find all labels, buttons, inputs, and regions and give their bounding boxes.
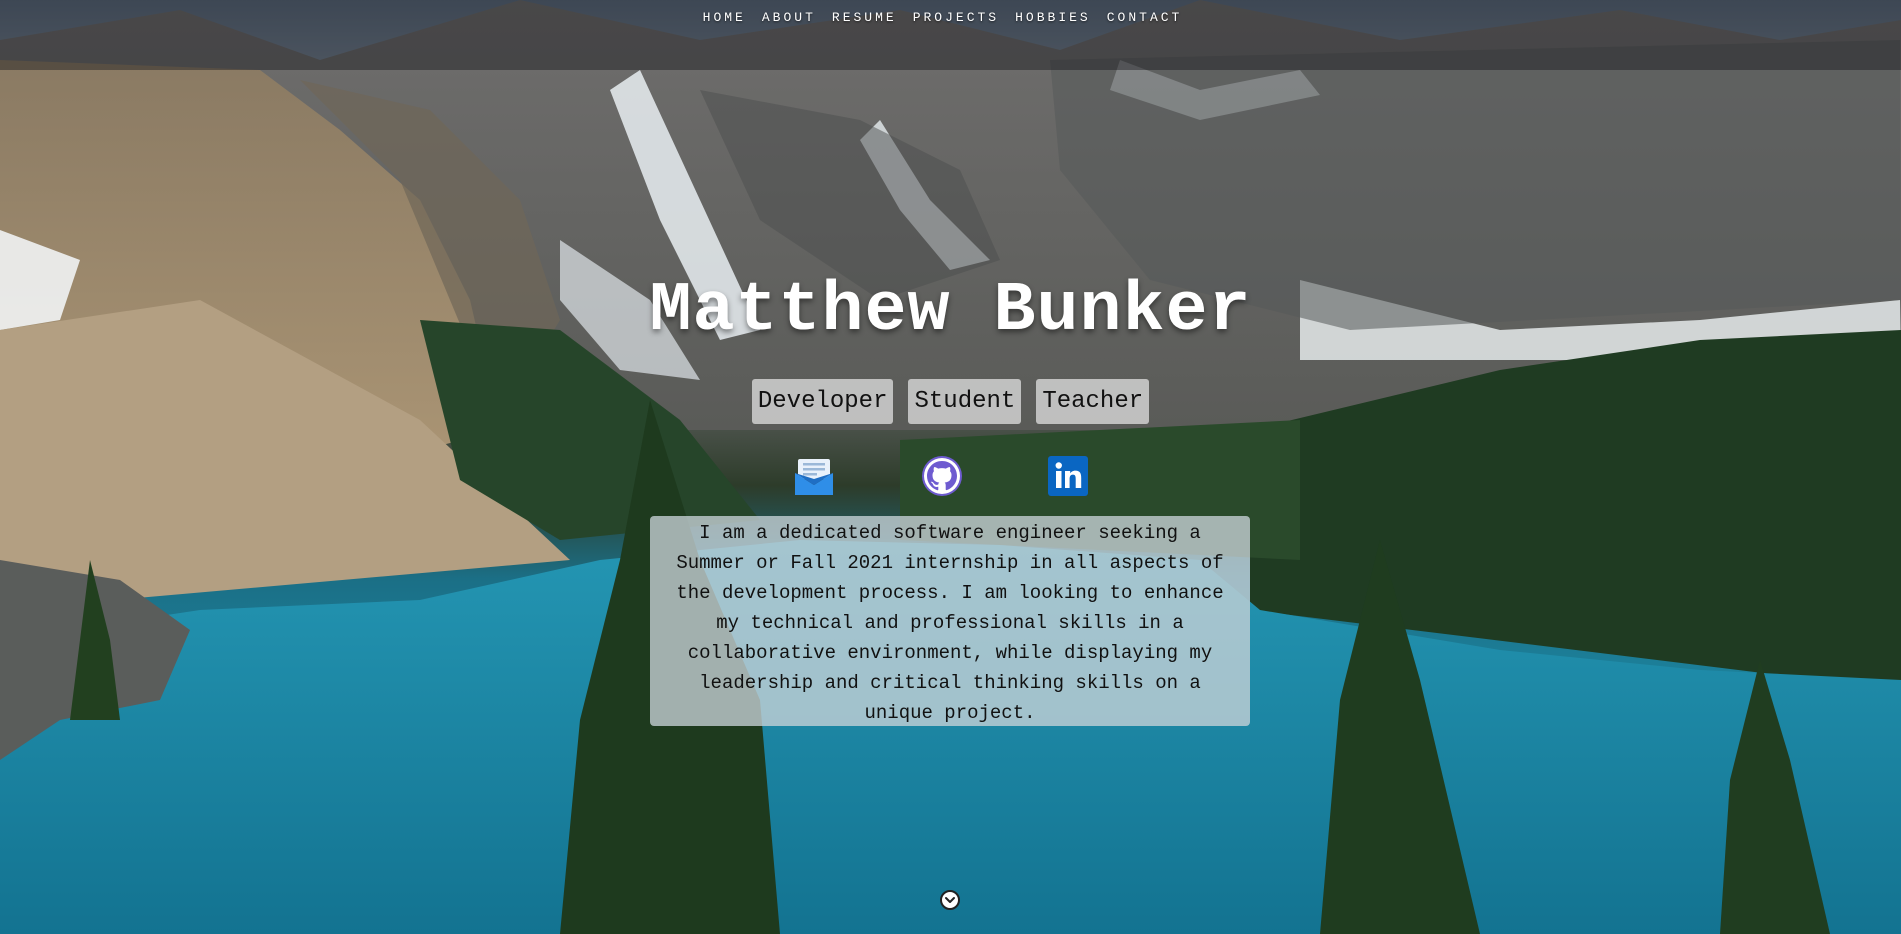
- linkedin-link[interactable]: [1047, 455, 1089, 497]
- nav-item-resume[interactable]: RESUME: [832, 10, 897, 25]
- linkedin-icon: [1048, 456, 1088, 496]
- nav-menu: HOME ABOUT RESUME PROJECTS HOBBIES CONTA…: [703, 10, 1183, 25]
- email-link[interactable]: [793, 455, 835, 497]
- github-link[interactable]: [921, 455, 963, 497]
- about-summary: I am a dedicated software engineer seeki…: [650, 516, 1250, 726]
- scroll-down-button[interactable]: [940, 890, 960, 910]
- page-title: Matthew Bunker: [649, 272, 1252, 351]
- nav-item-contact[interactable]: CONTACT: [1107, 10, 1183, 25]
- github-icon: [922, 456, 962, 496]
- nav-item-home[interactable]: HOME: [703, 10, 746, 25]
- top-navigation-bar: HOME ABOUT RESUME PROJECTS HOBBIES CONTA…: [0, 0, 1901, 70]
- email-icon: [795, 459, 833, 495]
- role-tag-developer: Developer: [751, 379, 894, 424]
- nav-item-projects[interactable]: PROJECTS: [913, 10, 999, 25]
- nav-item-hobbies[interactable]: HOBBIES: [1015, 10, 1091, 25]
- nav-item-about[interactable]: ABOUT: [762, 10, 816, 25]
- role-tag-teacher: Teacher: [1036, 379, 1150, 424]
- social-links: [0, 455, 1901, 497]
- hero-section: HOME ABOUT RESUME PROJECTS HOBBIES CONTA…: [0, 0, 1901, 934]
- about-text: I am a dedicated software engineer seeki…: [676, 522, 1224, 724]
- role-tags: Developer Student Teacher: [0, 379, 1901, 424]
- role-tag-student: Student: [908, 379, 1022, 424]
- chevron-down-icon: [945, 897, 955, 903]
